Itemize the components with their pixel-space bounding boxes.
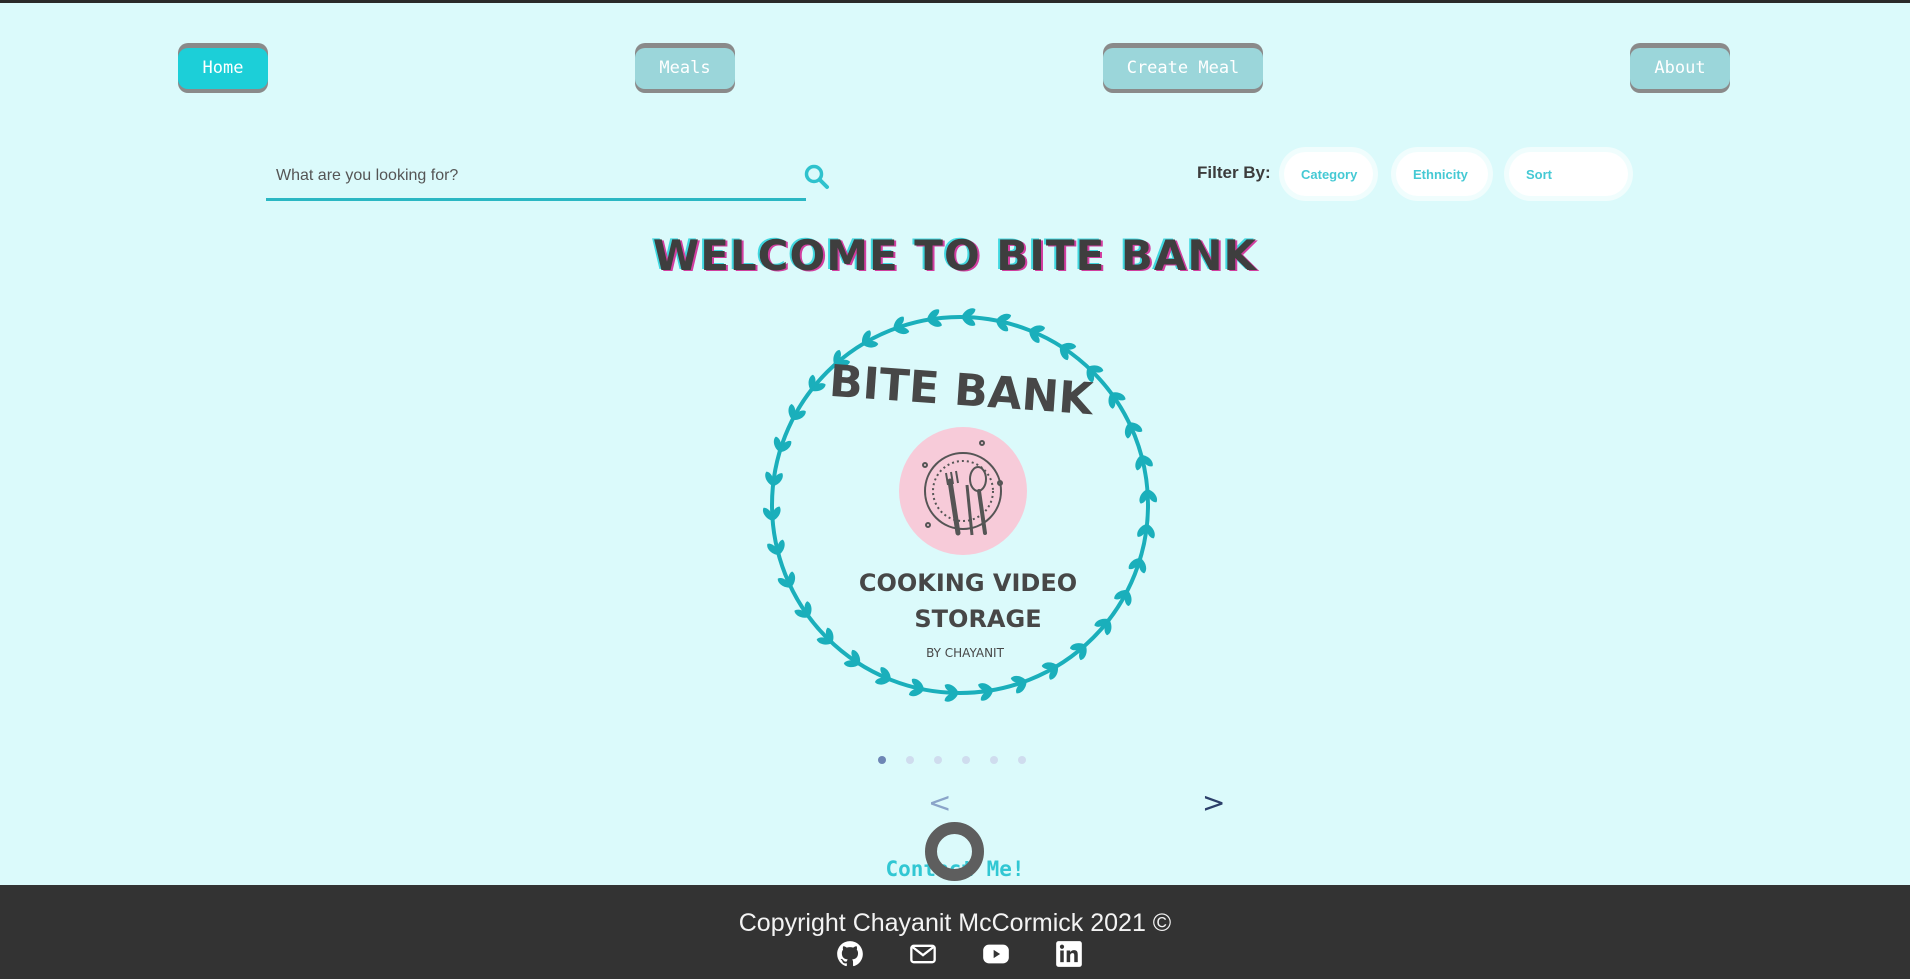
nav-about-label: About <box>1630 47 1730 89</box>
filter-category-select[interactable]: Category <box>1284 152 1373 196</box>
footer: Copyright Chayanit McCormick 2021 © <box>0 885 1910 979</box>
nav-meals-button[interactable]: Meals <box>635 43 735 93</box>
carousel-dot[interactable] <box>990 756 998 764</box>
logo-line2: STORAGE <box>914 605 1041 633</box>
nav-home-button[interactable]: Home <box>178 43 268 93</box>
bite-bank-logo: BITE BANK COOKING VIDEO STORAGE BY CHAYA… <box>762 308 1158 702</box>
filter-label: Filter By: <box>1197 163 1271 182</box>
linkedin-icon[interactable] <box>1055 940 1083 968</box>
footer-copyright: Copyright Chayanit McCormick 2021 © <box>738 909 1172 937</box>
loading-spinner-icon <box>925 822 984 881</box>
logo-line1: COOKING VIDEO <box>859 569 1077 597</box>
carousel-next-button[interactable]: > <box>1202 786 1225 819</box>
mail-icon[interactable] <box>909 940 937 968</box>
github-icon[interactable] <box>836 940 864 968</box>
filter-sort-select[interactable]: Sort <box>1509 152 1628 196</box>
search-input[interactable] <box>266 154 806 198</box>
logo-brand-text: BITE BANK <box>828 356 1097 425</box>
nav-create-meal-button[interactable]: Create Meal <box>1103 43 1263 93</box>
search-bar <box>266 154 806 201</box>
social-links <box>836 940 1086 970</box>
carousel-dot[interactable] <box>934 756 942 764</box>
carousel-dot[interactable] <box>1018 756 1026 764</box>
youtube-icon[interactable] <box>982 940 1010 968</box>
nav-create-meal-label: Create Meal <box>1103 47 1263 89</box>
search-icon[interactable] <box>803 163 831 191</box>
plate-circle <box>899 427 1027 555</box>
nav-about-button[interactable]: About <box>1630 43 1730 93</box>
carousel-dot[interactable] <box>906 756 914 764</box>
filter-ethnicity-select[interactable]: Ethnicity <box>1396 152 1488 196</box>
nav-meals-label: Meals <box>635 47 735 89</box>
page-title: WELCOME TO BITE BANK <box>652 231 1258 280</box>
carousel-indicators <box>878 756 1026 764</box>
nav-home-label: Home <box>178 47 268 89</box>
carousel-dot[interactable] <box>878 756 886 764</box>
logo-byline: BY CHAYANIT <box>926 646 1005 660</box>
carousel-dot[interactable] <box>962 756 970 764</box>
carousel-prev-button[interactable]: < <box>928 786 951 819</box>
